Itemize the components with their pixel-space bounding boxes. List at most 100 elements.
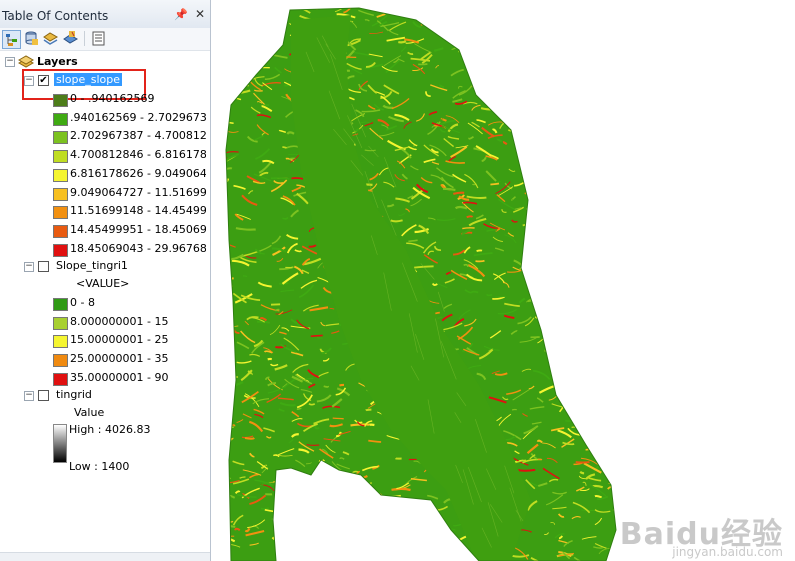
slope-texture-stroke: [292, 537, 305, 545]
slope-texture-stroke: [616, 465, 625, 466]
slope-texture-stroke: [541, 16, 556, 31]
slope-texture-stroke: [275, 510, 281, 515]
slope-texture-stroke: [239, 71, 248, 74]
slope-texture-stroke: [368, 503, 384, 513]
slope-texture-stroke: [462, 227, 475, 230]
slope-texture-stroke: [595, 430, 604, 435]
legend-swatch[interactable]: [53, 187, 68, 201]
slope-texture-stroke: [339, 383, 345, 387]
legend-swatch[interactable]: [53, 150, 68, 164]
slope-texture-stroke: [565, 0, 577, 2]
slope-texture-stroke: [553, 367, 560, 370]
slope-texture-stroke: [568, 222, 582, 227]
legend-swatch[interactable]: [53, 131, 68, 145]
slope-texture-stroke: [601, 126, 612, 129]
slope-texture-stroke: [614, 504, 616, 509]
legend-swatch[interactable]: [53, 298, 68, 311]
slope-texture-stroke: [339, 525, 353, 538]
layer-name-slope-tingri1[interactable]: Slope_tingri1: [56, 259, 128, 272]
slope-texture-stroke: [562, 171, 569, 178]
slope-texture-stroke: [530, 193, 537, 199]
slope-texture-stroke: [405, 527, 411, 531]
slope-tingri1-collapse-toggle[interactable]: −: [24, 262, 34, 272]
slope-texture-stroke: [536, 101, 542, 106]
slope-texture-stroke: [458, 39, 475, 43]
slope-texture-stroke: [531, 28, 542, 35]
slope-texture-stroke: [415, 0, 429, 1]
slope-texture-stroke: [420, 529, 434, 544]
slope-texture-stroke: [573, 304, 580, 311]
slope-texture-stroke: [549, 139, 564, 149]
pin-icon[interactable]: 📌: [174, 8, 188, 21]
slope-texture-stroke: [568, 317, 584, 321]
slope-texture-stroke: [579, 356, 598, 365]
legend-swatch[interactable]: [53, 206, 68, 220]
slope-texture-stroke: [522, 115, 532, 124]
legend-swatch[interactable]: [53, 316, 68, 330]
slope-texture-stroke: [293, 517, 307, 527]
slope-texture-stroke: [525, 225, 539, 238]
layers-root-label[interactable]: Layers: [37, 55, 78, 68]
legend-swatch[interactable]: [53, 372, 68, 386]
slope-texture-stroke: [561, 280, 573, 285]
legend-class-label: 4.700812846 - 6.816178625: [70, 148, 206, 162]
slope-texture-stroke: [213, 466, 219, 472]
slope-texture-stroke: [283, 11, 290, 15]
layer-name-tingrid[interactable]: tingrid: [56, 388, 92, 401]
slope-texture-stroke: [570, 133, 581, 137]
legend-swatch[interactable]: [53, 243, 68, 257]
list-by-source-icon[interactable]: [23, 30, 40, 47]
slope-texture-stroke: [411, 505, 430, 514]
slope-texture-stroke: [606, 408, 616, 422]
legend-swatch[interactable]: [53, 168, 68, 182]
list-by-drawing-order-icon[interactable]: [2, 30, 21, 49]
legend-class-label: 0 - 8: [70, 296, 95, 309]
slope-texture-stroke: [543, 161, 559, 167]
slope-texture-stroke: [599, 328, 613, 332]
tingrid-visibility-checkbox[interactable]: [38, 390, 49, 401]
slope-texture-stroke: [384, 498, 393, 504]
legend-class-label: 18.45069043 - 29.96768188: [70, 241, 206, 255]
slope-tingri1-visibility-checkbox[interactable]: [38, 261, 49, 272]
slope-texture-stroke: [584, 370, 595, 375]
slope-texture-stroke: [586, 177, 598, 182]
slope-texture-stroke: [322, 553, 334, 561]
legend-swatch[interactable]: [53, 112, 68, 126]
legend-swatch[interactable]: [53, 224, 68, 238]
list-by-visibility-icon[interactable]: [42, 30, 59, 47]
slope-texture-stroke: [583, 342, 591, 349]
slope-texture-stroke: [330, 524, 338, 532]
table-of-contents-panel: Table Of Contents 📌 ✕ − Layers − ✔ slope…: [0, 0, 211, 561]
toc-horizontal-scrollbar[interactable]: [0, 552, 210, 561]
legend-swatch[interactable]: [53, 354, 68, 368]
legend-swatch[interactable]: [53, 335, 68, 349]
tingrid-collapse-toggle[interactable]: −: [24, 391, 34, 401]
slope-texture-stroke: [587, 176, 600, 185]
map-view[interactable]: Baidu经验 jingyan.baidu.com: [211, 0, 795, 561]
slope-texture-stroke: [596, 131, 610, 140]
slope-tingri1-field-label: <VALUE>: [76, 277, 130, 290]
slope-texture-stroke: [321, 501, 338, 514]
slope-texture-stroke: [544, 315, 556, 326]
slope-texture-stroke: [613, 442, 616, 446]
slope-texture-stroke: [594, 413, 600, 420]
slope-texture-stroke: [323, 492, 338, 504]
legend-class-label: 35.00000001 - 90: [70, 370, 169, 384]
slope-texture-stroke: [585, 261, 594, 269]
layers-collapse-toggle[interactable]: −: [5, 57, 15, 67]
slope-texture-stroke: [214, 205, 222, 211]
slope-texture-stroke: [615, 270, 616, 275]
options-icon[interactable]: [90, 30, 107, 47]
legend-swatch[interactable]: [53, 94, 68, 107]
slope-texture-stroke: [622, 132, 630, 136]
slope-texture-stroke: [563, 202, 573, 209]
slope-texture-stroke: [533, 223, 550, 229]
slope-texture-stroke: [226, 302, 232, 307]
slope-texture-stroke: [438, 552, 443, 556]
slope-texture-stroke: [225, 0, 236, 2]
slope-texture-stroke: [601, 252, 607, 255]
list-by-selection-icon[interactable]: [62, 30, 79, 47]
slope-texture-stroke: [364, 149, 376, 152]
slope-texture-stroke: [573, 271, 579, 277]
close-icon[interactable]: ✕: [195, 7, 205, 21]
